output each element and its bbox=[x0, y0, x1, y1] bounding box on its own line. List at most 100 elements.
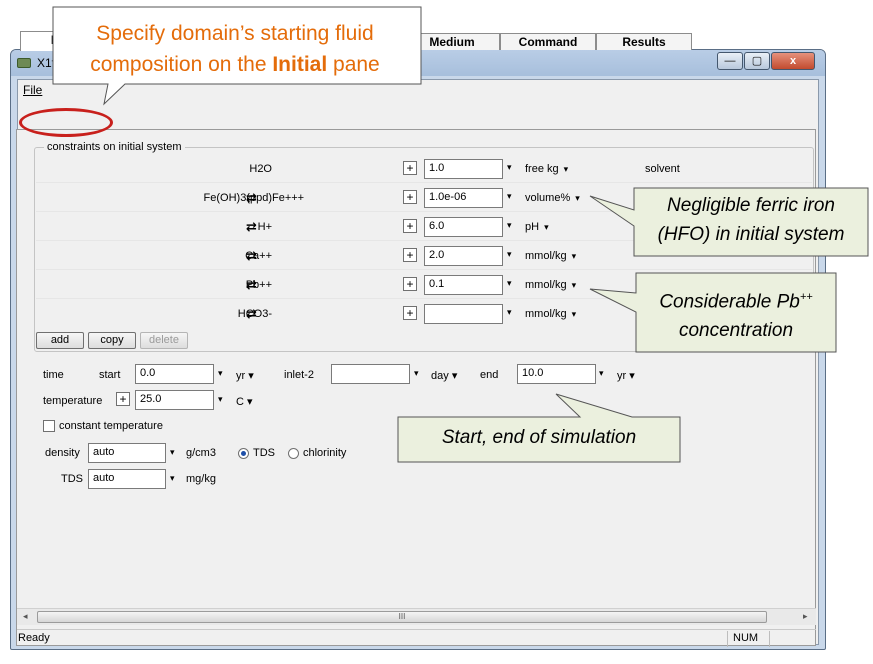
end-unit-dropdown[interactable]: yr ▾ bbox=[617, 369, 635, 382]
start-label: start bbox=[99, 369, 121, 381]
scroll-thumb[interactable]: III bbox=[37, 611, 767, 623]
constant-temperature-checkbox[interactable] bbox=[43, 420, 55, 432]
minimize-button[interactable]: — bbox=[717, 52, 743, 70]
chevron-down-icon[interactable]: ▾ bbox=[507, 220, 512, 231]
unit-dropdown[interactable]: pH ▾ bbox=[525, 221, 549, 233]
unit-dropdown[interactable]: mmol/kg ▾ bbox=[525, 279, 576, 291]
tab-medium[interactable]: Medium bbox=[404, 33, 500, 50]
temperature-unit-dropdown[interactable]: C ▾ bbox=[236, 395, 253, 408]
start-unit-label: yr bbox=[236, 370, 246, 382]
chevron-down-icon[interactable]: ▾ bbox=[507, 278, 512, 289]
delete-button[interactable]: delete bbox=[140, 332, 188, 349]
constraint-row: H2O + 1.0 ▾ free kg ▾ solvent bbox=[36, 155, 812, 183]
plus-icon[interactable]: + bbox=[116, 392, 130, 406]
chevron-down-icon: ▾ bbox=[629, 370, 635, 382]
swap-icon[interactable]: ⇄ bbox=[246, 190, 257, 206]
chevron-down-icon[interactable]: ▾ bbox=[218, 368, 223, 379]
chevron-down-icon[interactable]: ▾ bbox=[507, 162, 512, 173]
swap-species-label: Fe+++ bbox=[272, 192, 305, 204]
menu-file[interactable]: File bbox=[23, 83, 42, 97]
plus-icon[interactable]: + bbox=[403, 161, 417, 175]
tab-results[interactable]: Results bbox=[596, 33, 692, 50]
solvent-label: solvent bbox=[645, 163, 680, 175]
chevron-down-icon: ▾ bbox=[247, 396, 253, 408]
unit-dropdown[interactable]: mmol/kg ▾ bbox=[525, 308, 576, 320]
chevron-down-icon: ▾ bbox=[563, 164, 569, 174]
horizontal-scrollbar[interactable]: ◂ III ▸ bbox=[17, 608, 816, 625]
chevron-down-icon[interactable]: ▾ bbox=[599, 368, 604, 379]
unit-label: mmol/kg bbox=[525, 250, 567, 262]
tds-radio-label: TDS bbox=[253, 447, 275, 459]
maximize-button[interactable]: ▢ bbox=[744, 52, 770, 70]
window-title: X1t bbox=[37, 56, 56, 70]
chevron-down-icon: ▾ bbox=[571, 280, 577, 290]
time-label: time bbox=[43, 369, 64, 381]
callout-pb: Considerable Pb++ concentration bbox=[636, 283, 836, 345]
swap-icon[interactable]: ⇄ bbox=[246, 219, 257, 235]
plus-icon[interactable]: + bbox=[403, 219, 417, 233]
copy-button[interactable]: copy bbox=[88, 332, 136, 349]
plus-icon[interactable]: + bbox=[403, 248, 417, 262]
swap-icon[interactable]: ⇄ bbox=[246, 277, 257, 293]
chevron-down-icon[interactable]: ▾ bbox=[218, 394, 223, 405]
tds-label: TDS bbox=[61, 473, 83, 485]
app-icon bbox=[17, 58, 31, 68]
chevron-down-icon[interactable]: ▾ bbox=[507, 191, 512, 202]
callout-initial-line2: composition on the Initial pane bbox=[57, 49, 413, 80]
chevron-down-icon[interactable]: ▾ bbox=[170, 473, 175, 484]
unit-dropdown[interactable]: volume% ▾ bbox=[525, 192, 580, 204]
inlet-time-input[interactable] bbox=[331, 364, 410, 384]
callout-initial-text: composition on the bbox=[90, 53, 273, 76]
density-unit-label: g/cm3 bbox=[186, 447, 216, 459]
constraint-value-input[interactable] bbox=[424, 304, 503, 324]
unit-label: free kg bbox=[525, 163, 559, 175]
plus-icon[interactable]: + bbox=[403, 306, 417, 320]
chevron-down-icon[interactable]: ▾ bbox=[507, 249, 512, 260]
callout-initial-line1: Specify domain’s starting fluid bbox=[96, 22, 374, 45]
temperature-input[interactable]: 25.0 bbox=[135, 390, 214, 410]
tds-unit-label: mg/kg bbox=[186, 473, 216, 485]
start-time-input[interactable]: 0.0 bbox=[135, 364, 214, 384]
status-divider bbox=[727, 631, 728, 647]
swap-icon[interactable]: ⇄ bbox=[246, 306, 257, 322]
species-label: Fe(OH)3(ppd) bbox=[203, 192, 272, 204]
unit-dropdown[interactable]: free kg ▾ bbox=[525, 163, 568, 175]
menu-bar: File bbox=[18, 80, 818, 100]
swap-icon[interactable]: ⇄ bbox=[246, 248, 257, 264]
chevron-down-icon[interactable]: ▾ bbox=[170, 447, 175, 458]
plus-icon[interactable]: + bbox=[403, 190, 417, 204]
constraint-value-input[interactable]: 1.0e-06 bbox=[424, 188, 503, 208]
temperature-unit-label: C bbox=[236, 396, 244, 408]
chevron-down-icon[interactable]: ▾ bbox=[414, 368, 419, 379]
constraint-value-input[interactable]: 1.0 bbox=[424, 159, 503, 179]
num-lock-indicator: NUM bbox=[733, 632, 759, 644]
chevron-down-icon[interactable]: ▾ bbox=[507, 307, 512, 318]
unit-dropdown[interactable]: mmol/kg ▾ bbox=[525, 250, 576, 262]
constraint-value-input[interactable]: 0.1 bbox=[424, 275, 503, 295]
scroll-right-icon[interactable]: ▸ bbox=[803, 611, 808, 622]
inlet-unit-label: day bbox=[431, 370, 449, 382]
tab-command[interactable]: Command bbox=[500, 33, 596, 50]
callout-ferric-line1: Negligible ferric iron bbox=[667, 195, 835, 216]
inlet-unit-dropdown[interactable]: day ▾ bbox=[431, 369, 457, 382]
chevron-down-icon: ▾ bbox=[248, 370, 254, 382]
status-divider bbox=[769, 631, 770, 647]
constraint-value-input[interactable]: 6.0 bbox=[424, 217, 503, 237]
tds-input[interactable]: auto bbox=[88, 469, 166, 489]
constraint-value-input[interactable]: 2.0 bbox=[424, 246, 503, 266]
plus-icon[interactable]: + bbox=[403, 277, 417, 291]
species-label: H+ bbox=[257, 221, 272, 233]
chlorinity-radio[interactable] bbox=[288, 448, 299, 459]
density-label: density bbox=[45, 447, 80, 459]
scroll-left-icon[interactable]: ◂ bbox=[23, 611, 28, 622]
start-unit-dropdown[interactable]: yr ▾ bbox=[236, 369, 254, 382]
tds-radio[interactable] bbox=[238, 448, 249, 459]
callout-initial-bold: Initial bbox=[272, 53, 328, 76]
species-label: H2O bbox=[249, 163, 272, 175]
callout-ferric-line2: (HFO) in initial system bbox=[657, 224, 845, 245]
end-time-input[interactable]: 10.0 bbox=[517, 364, 596, 384]
temperature-label: temperature bbox=[43, 395, 103, 407]
add-button[interactable]: add bbox=[36, 332, 84, 349]
close-button[interactable]: x bbox=[771, 52, 815, 70]
density-input[interactable]: auto bbox=[88, 443, 166, 463]
